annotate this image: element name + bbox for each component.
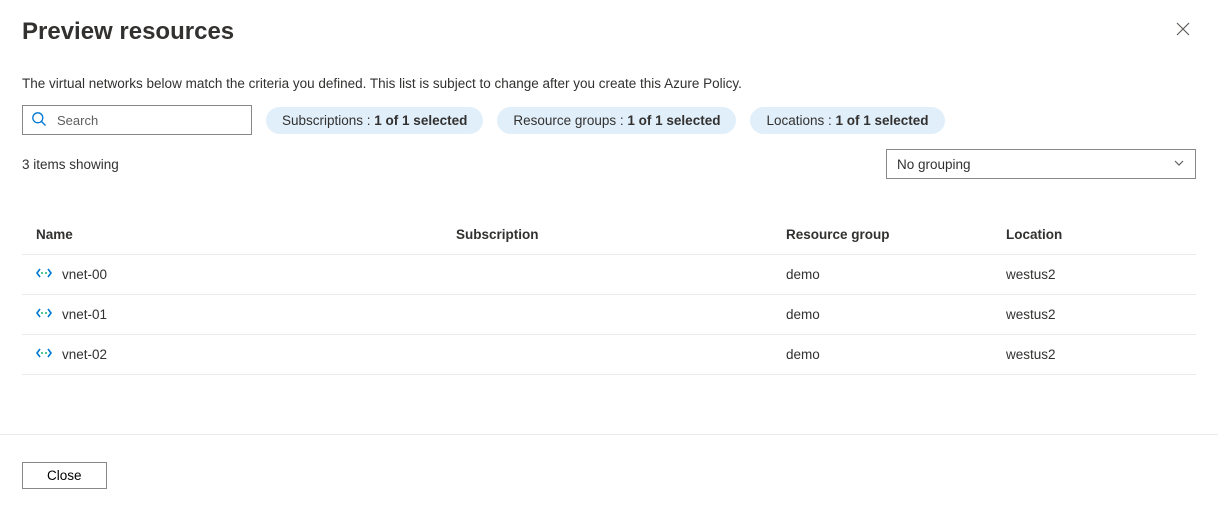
- filter-pill-resource-groups[interactable]: Resource groups : 1 of 1 selected: [497, 107, 736, 134]
- column-header-location[interactable]: Location: [1006, 227, 1182, 242]
- table-row[interactable]: vnet-02 demowestus2: [22, 335, 1196, 375]
- cell-location: westus2: [1006, 267, 1182, 282]
- vnet-icon: [36, 305, 52, 324]
- filter-pill-subscriptions[interactable]: Subscriptions : 1 of 1 selected: [266, 107, 483, 134]
- resources-table: Name Subscription Resource group Locatio…: [22, 227, 1196, 375]
- cell-resource-group: demo: [786, 347, 1006, 362]
- filter-label: Resource groups :: [513, 113, 627, 128]
- filter-label: Locations :: [766, 113, 835, 128]
- search-input[interactable]: [47, 113, 243, 128]
- column-header-resource-group[interactable]: Resource group: [786, 227, 1006, 242]
- cell-resource-group: demo: [786, 267, 1006, 282]
- search-icon: [31, 111, 47, 130]
- column-header-subscription[interactable]: Subscription: [456, 227, 786, 242]
- filter-selection: 1 of 1 selected: [374, 113, 467, 128]
- cell-location: westus2: [1006, 307, 1182, 322]
- close-icon[interactable]: [1170, 18, 1196, 44]
- cell-name: vnet-02: [62, 347, 107, 362]
- results-count: 3 items showing: [22, 157, 119, 172]
- vnet-icon: [36, 265, 52, 284]
- cell-location: westus2: [1006, 347, 1182, 362]
- page-title: Preview resources: [22, 18, 234, 46]
- cell-name: vnet-01: [62, 307, 107, 322]
- search-input-wrapper[interactable]: [22, 105, 252, 135]
- grouping-dropdown[interactable]: No grouping: [886, 149, 1196, 179]
- filter-selection: 1 of 1 selected: [627, 113, 720, 128]
- table-header: Name Subscription Resource group Locatio…: [22, 227, 1196, 255]
- table-row[interactable]: vnet-00 demowestus2: [22, 255, 1196, 295]
- filter-bar: Subscriptions : 1 of 1 selected Resource…: [22, 105, 1196, 135]
- column-header-name[interactable]: Name: [36, 227, 456, 242]
- filter-pill-locations[interactable]: Locations : 1 of 1 selected: [750, 107, 944, 134]
- close-button[interactable]: Close: [22, 462, 107, 489]
- cell-name: vnet-00: [62, 267, 107, 282]
- grouping-value: No grouping: [897, 157, 971, 172]
- filter-selection: 1 of 1 selected: [836, 113, 929, 128]
- filter-label: Subscriptions :: [282, 113, 374, 128]
- cell-resource-group: demo: [786, 307, 1006, 322]
- divider: [0, 434, 1218, 435]
- table-row[interactable]: vnet-01 demowestus2: [22, 295, 1196, 335]
- chevron-down-icon: [1173, 157, 1185, 172]
- vnet-icon: [36, 345, 52, 364]
- description-text: The virtual networks below match the cri…: [22, 76, 1196, 91]
